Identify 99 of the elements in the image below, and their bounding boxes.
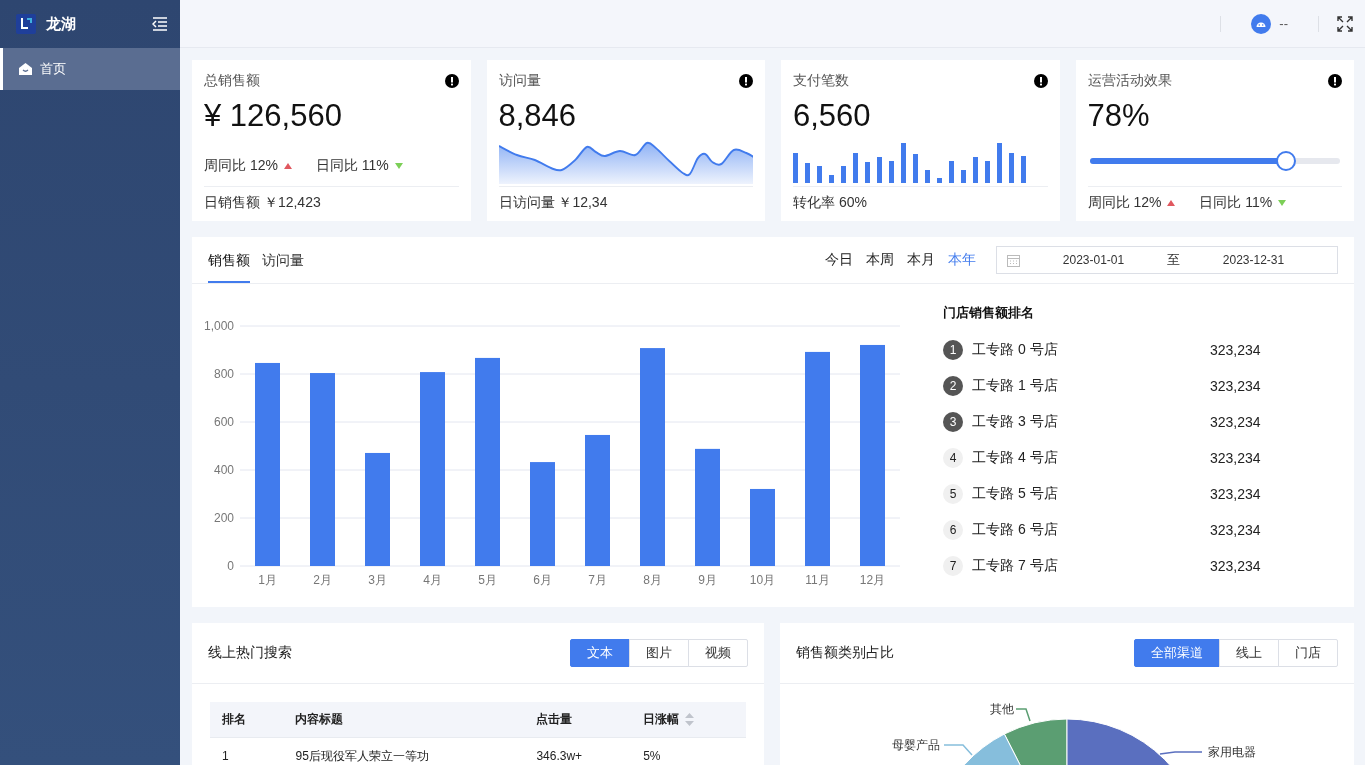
x-tick-label: 2月 (313, 573, 332, 587)
info-icon[interactable] (444, 74, 459, 88)
trend-text: 周同比 12% (1087, 194, 1176, 212)
stat-footer-text: 日销售额 ￥12,423 (204, 194, 321, 212)
range-link[interactable]: 本年 (948, 251, 976, 269)
table-cell: 1 (210, 737, 284, 765)
pie-label: 家用电器 (1208, 745, 1256, 759)
stat-value: 78% (1087, 98, 1150, 133)
fullscreen-icon[interactable] (1337, 15, 1353, 32)
column-header: 内容标题 (283, 702, 525, 738)
trend-text: 日同比 11% (315, 157, 403, 175)
store-sales: 323,234 (1210, 342, 1261, 358)
store-name: 工专路 6 号店 (972, 521, 1059, 539)
slider-thumb[interactable] (1275, 151, 1296, 171)
rank-number: 3 (943, 412, 963, 432)
down-triangle-icon (1278, 200, 1287, 206)
y-tick-label: 600 (213, 415, 234, 429)
segment-button[interactable]: 全部渠道 (1134, 639, 1220, 667)
x-tick-label: 4月 (423, 573, 442, 587)
stat-title: 支付笔数 (793, 72, 849, 90)
stat-value: ¥ 126,560 (204, 98, 342, 133)
store-name: 工专路 7 号店 (972, 557, 1059, 575)
up-triangle-icon (283, 163, 292, 169)
tab[interactable]: 访问量 (262, 237, 304, 283)
trend-text: 日同比 11% (1199, 194, 1287, 212)
segment-button[interactable]: 图片 (629, 639, 689, 667)
y-tick-label: 400 (213, 463, 234, 477)
store-name: 工专路 3 号店 (972, 413, 1059, 431)
table-cell: 346.3w+ (524, 737, 632, 765)
x-tick-label: 5月 (478, 573, 497, 587)
stat-value: 8,846 (498, 98, 577, 133)
date-range-field[interactable]: 2023-01-01 至 2023-12-31 (996, 246, 1338, 274)
y-tick-label: 200 (213, 511, 234, 525)
store-sales: 323,234 (1210, 522, 1261, 538)
avatar-icon[interactable] (1251, 13, 1272, 34)
store-name: 工专路 4 号店 (972, 449, 1059, 467)
x-tick-label: 11月 (805, 573, 830, 587)
x-tick-label: 6月 (533, 573, 552, 587)
pie-label: 其他 (990, 702, 1014, 716)
rank-number: 4 (943, 448, 963, 468)
store-name: 工专路 5 号店 (972, 485, 1059, 503)
x-tick-label: 1月 (258, 573, 277, 587)
store-sales: 323,234 (1210, 486, 1261, 502)
store-name: 工专路 1 号店 (972, 377, 1059, 395)
column-header[interactable]: 日涨幅 (631, 702, 746, 738)
x-tick-label: 8月 (643, 573, 662, 587)
up-triangle-icon (1167, 200, 1176, 206)
user-name[interactable]: -- (1279, 16, 1288, 31)
x-tick-label: 12月 (859, 573, 886, 587)
segment-button[interactable]: 线上 (1219, 639, 1279, 667)
range-link[interactable]: 今日 (825, 251, 853, 269)
column-header: 排名 (210, 702, 284, 738)
home-icon (19, 63, 32, 75)
ranking-title: 门店销售额排名 (943, 304, 1035, 322)
rank-number: 6 (943, 520, 963, 540)
stat-value: 6,560 (793, 98, 871, 133)
y-tick-label: 0 (227, 559, 234, 573)
info-icon[interactable] (1033, 74, 1048, 88)
store-sales: 323,234 (1210, 450, 1261, 466)
stat-title: 访问量 (498, 72, 541, 90)
segment-button[interactable]: 视频 (688, 639, 748, 667)
store-sales: 323,234 (1210, 558, 1261, 574)
panel-title: 线上热门搜索 (208, 644, 292, 662)
brand-name: 龙湖 (46, 14, 77, 34)
segment-button[interactable]: 门店 (1278, 639, 1338, 667)
rank-number: 1 (943, 340, 963, 360)
table-cell: 5% (631, 737, 746, 765)
down-triangle-icon (394, 163, 403, 169)
x-tick-label: 10月 (749, 573, 776, 587)
stat-footer-text: 日访问量 ￥12,34 (498, 194, 608, 212)
stat-footer-text: 转化率 60% (793, 194, 867, 212)
rank-number: 5 (943, 484, 963, 504)
trend-text: 周同比 12% (204, 157, 292, 175)
menu-icon[interactable] (152, 17, 168, 31)
pie-label: 母婴产品 (892, 738, 940, 752)
table-cell: 95后现役军人荣立一等功 (283, 737, 525, 765)
stat-title: 运营活动效果 (1087, 72, 1172, 90)
range-link[interactable]: 本周 (866, 251, 894, 269)
store-name: 工专路 0 号店 (972, 341, 1059, 359)
panel-title: 销售额类别占比 (796, 644, 894, 662)
info-icon[interactable] (739, 74, 753, 88)
x-tick-label: 3月 (368, 573, 387, 587)
x-tick-label: 7月 (588, 573, 607, 587)
calendar-icon (1007, 253, 1020, 267)
rank-number: 7 (943, 556, 963, 576)
column-header: 点击量 (524, 702, 632, 738)
stat-title: 总销售额 (204, 72, 260, 90)
y-tick-label: 1,000 (203, 319, 234, 333)
store-sales: 323,234 (1210, 414, 1261, 430)
info-icon[interactable] (1328, 74, 1342, 88)
y-tick-label: 800 (213, 367, 234, 381)
x-tick-label: 9月 (698, 573, 717, 587)
store-sales: 323,234 (1210, 378, 1261, 394)
sidebar-item[interactable]: 首页 (0, 48, 180, 90)
rank-number: 2 (943, 376, 963, 396)
range-link[interactable]: 本月 (907, 251, 935, 269)
segment-button[interactable]: 文本 (570, 639, 630, 667)
logo-icon (16, 14, 36, 34)
tab[interactable]: 销售额 (208, 237, 250, 283)
